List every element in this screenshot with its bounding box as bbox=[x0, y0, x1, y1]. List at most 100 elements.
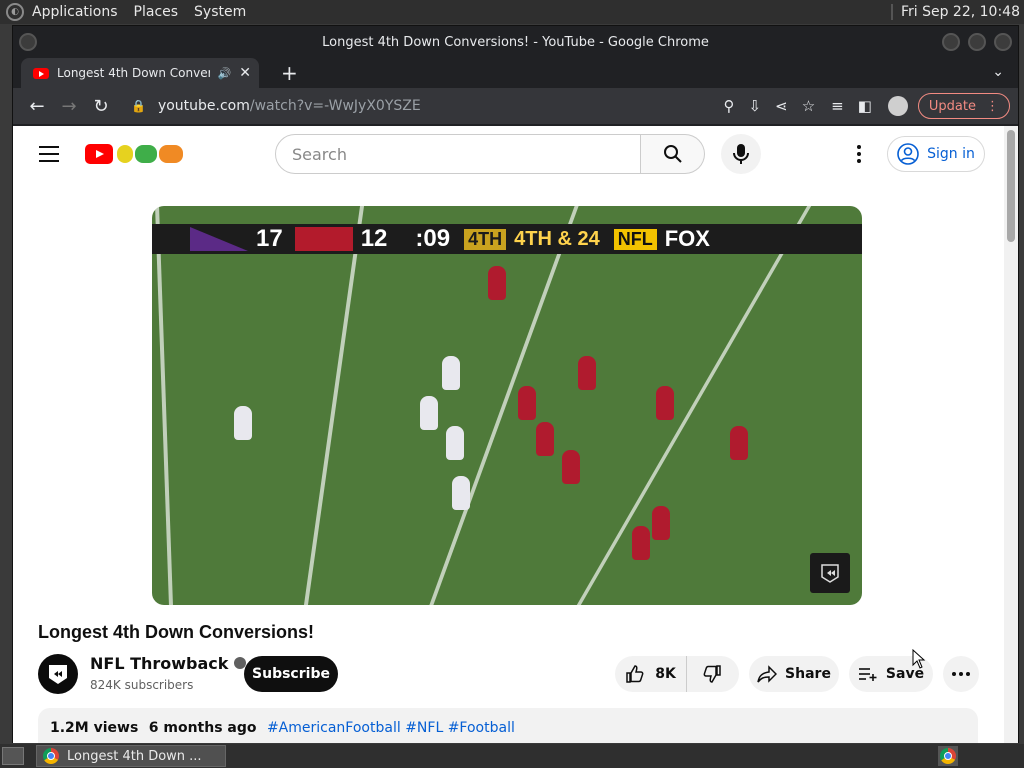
side-panel-icon[interactable]: ◧ bbox=[858, 97, 872, 115]
team2-logo-icon bbox=[294, 227, 353, 251]
tab-search-chevron-icon[interactable]: ⌄ bbox=[992, 64, 1004, 80]
media-controls-icon[interactable]: ≡ bbox=[831, 97, 844, 115]
bookmark-star-icon[interactable]: ☆ bbox=[802, 97, 815, 115]
quarter: 4TH bbox=[464, 228, 507, 250]
search-icon bbox=[663, 145, 682, 163]
back-arrow-icon[interactable]: ← bbox=[21, 96, 53, 117]
window-titlebar[interactable]: Longest 4th Down Conversions! - YouTube … bbox=[13, 26, 1018, 58]
player-figure bbox=[730, 426, 748, 460]
hamburger-menu-icon[interactable] bbox=[39, 146, 59, 162]
game-clock: :09 bbox=[415, 225, 451, 252]
update-button[interactable]: Update ⋮ bbox=[917, 93, 1010, 119]
upload-age: 6 months ago bbox=[148, 720, 257, 736]
player-figure bbox=[446, 426, 464, 460]
description-box[interactable]: 1.2M views 6 months ago #AmericanFootbal… bbox=[38, 708, 978, 743]
search-input[interactable]: Search bbox=[275, 134, 641, 174]
share-button[interactable]: Share bbox=[749, 656, 839, 692]
field-yard-line bbox=[303, 206, 365, 605]
page-scrollbar[interactable] bbox=[1004, 126, 1018, 743]
share-icon[interactable]: ⋖ bbox=[775, 97, 788, 115]
video-player[interactable]: 17 12 :09 4TH 4TH & 24 NFL FOX bbox=[152, 206, 862, 605]
channel-avatar[interactable] bbox=[38, 654, 78, 694]
like-button[interactable]: 8K bbox=[615, 656, 687, 692]
playlist-add-icon bbox=[858, 668, 877, 681]
gnome-foot-icon[interactable]: ◐ bbox=[6, 3, 24, 21]
voice-search-button[interactable] bbox=[721, 134, 761, 174]
player-figure bbox=[656, 386, 674, 420]
sign-in-button[interactable]: Sign in bbox=[887, 136, 985, 172]
scrollbar-thumb[interactable] bbox=[1007, 130, 1015, 242]
profile-avatar[interactable] bbox=[887, 96, 908, 116]
speaker-icon[interactable]: 🔊 bbox=[218, 67, 232, 80]
field-yard-line bbox=[155, 206, 173, 605]
show-desktop-button[interactable] bbox=[2, 747, 24, 765]
view-count: 1.2M views bbox=[50, 720, 139, 736]
taskbar-item-label: Longest 4th Down ... bbox=[67, 748, 202, 764]
player-figure bbox=[536, 422, 554, 456]
user-circle-icon bbox=[897, 143, 919, 165]
address-bar[interactable]: 🔒 youtube.com/watch?v=-WwJyX0YSZE bbox=[131, 92, 718, 120]
player-figure bbox=[452, 476, 470, 510]
chrome-window: Longest 4th Down Conversions! - YouTube … bbox=[12, 25, 1019, 743]
field-yard-line bbox=[429, 206, 579, 605]
channel-watermark-icon[interactable] bbox=[810, 553, 850, 593]
taskbar-item-chrome[interactable]: Longest 4th Down ... bbox=[36, 745, 226, 767]
menu-system[interactable]: System bbox=[194, 4, 246, 20]
tab-youtube[interactable]: Longest 4th Down Conversions! - YouTube … bbox=[21, 58, 259, 88]
youtube-favicon-icon bbox=[33, 67, 49, 79]
subscribe-button[interactable]: Subscribe bbox=[244, 656, 338, 692]
hashtag-link[interactable]: #NFL bbox=[405, 720, 443, 736]
team1-logo-icon bbox=[190, 227, 248, 251]
player-figure bbox=[578, 356, 596, 390]
kebab-menu-icon[interactable]: ⋮ bbox=[986, 99, 999, 114]
share-arrow-icon bbox=[757, 665, 778, 683]
menu-applications[interactable]: Applications bbox=[32, 4, 118, 20]
omnibox-actions: ⚲ ⇩ ⋖ ☆ bbox=[724, 97, 816, 115]
hashtag-link[interactable]: #AmericanFootball bbox=[267, 720, 401, 736]
dislike-button[interactable] bbox=[687, 656, 737, 692]
menu-places[interactable]: Places bbox=[134, 4, 179, 20]
forward-arrow-icon[interactable]: → bbox=[53, 96, 85, 117]
tab-title: Longest 4th Down Conversions! - YouTube bbox=[57, 66, 210, 80]
player-figure bbox=[652, 506, 670, 540]
top-panel: ◐ Applications Places System Fri Sep 22,… bbox=[0, 0, 1024, 24]
hashtag-link[interactable]: #Football bbox=[448, 720, 515, 736]
field-yard-line bbox=[576, 206, 812, 605]
player-figure bbox=[518, 386, 536, 420]
search-button[interactable] bbox=[641, 134, 705, 174]
url-host: youtube.com bbox=[157, 98, 250, 114]
tab-close-icon[interactable]: ✕ bbox=[239, 65, 251, 81]
clock[interactable]: Fri Sep 22, 10:48 bbox=[890, 4, 1020, 20]
close-window-button[interactable] bbox=[994, 33, 1012, 51]
share-label: Share bbox=[785, 666, 831, 682]
channel-name[interactable]: NFL Throwback bbox=[90, 654, 247, 673]
new-tab-button[interactable]: + bbox=[281, 61, 298, 85]
player-figure bbox=[442, 356, 460, 390]
player-figure bbox=[562, 450, 580, 484]
scoreboard: 17 12 :09 4TH 4TH & 24 NFL FOX bbox=[152, 224, 862, 254]
settings-more-icon[interactable] bbox=[849, 142, 869, 166]
window-title: Longest 4th Down Conversions! - YouTube … bbox=[322, 34, 709, 50]
chrome-tray-icon bbox=[940, 748, 956, 764]
youtube-logo-icon[interactable] bbox=[85, 144, 113, 164]
thumbs-down-icon bbox=[703, 665, 721, 683]
maximize-button[interactable] bbox=[968, 33, 986, 51]
more-actions-icon[interactable] bbox=[943, 656, 979, 692]
reload-icon[interactable]: ↻ bbox=[85, 96, 117, 117]
player-figure bbox=[488, 266, 506, 300]
score-team1: 17 bbox=[256, 225, 283, 252]
player-figure bbox=[234, 406, 252, 440]
tray-chrome-button[interactable] bbox=[938, 746, 958, 766]
install-icon[interactable]: ⇩ bbox=[749, 97, 762, 115]
lock-icon[interactable]: 🔒 bbox=[131, 99, 146, 113]
down-distance: 4TH & 24 bbox=[514, 227, 600, 250]
panel-separator bbox=[890, 4, 893, 20]
page-content: Search Sign in 17 12:09 4TH 4TH & 24 NF… bbox=[13, 126, 1018, 743]
minimize-button[interactable] bbox=[942, 33, 960, 51]
sign-in-label: Sign in bbox=[927, 146, 975, 162]
nfl-throwback-logo-icon bbox=[49, 665, 67, 684]
zoom-search-icon[interactable]: ⚲ bbox=[724, 97, 735, 115]
window-menu-button[interactable] bbox=[19, 33, 37, 51]
microphone-icon bbox=[733, 144, 749, 164]
youtube-doodle-logo[interactable] bbox=[117, 142, 187, 166]
